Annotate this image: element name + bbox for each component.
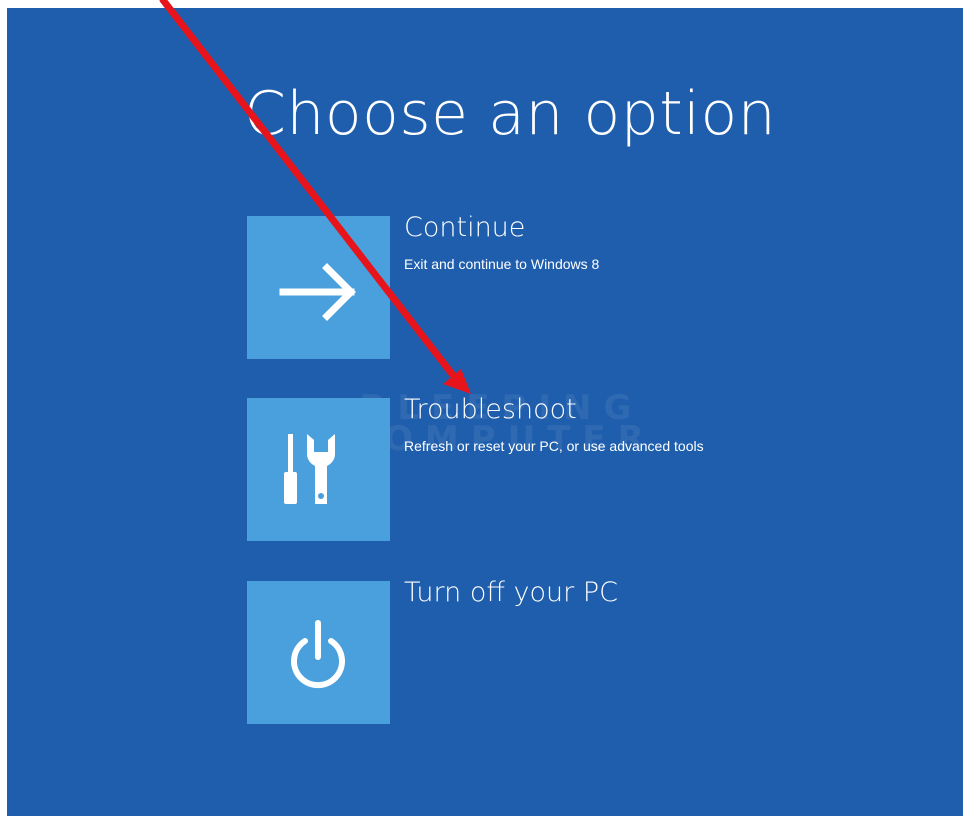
page-title: Choose an option [244, 79, 777, 149]
continue-tile[interactable] [247, 216, 390, 359]
troubleshoot-title: Troubleshoot [404, 394, 577, 425]
troubleshoot-description: Refresh or reset your PC, or use advance… [404, 438, 704, 454]
recovery-screen: Choose an option BLEEPING COMPUTER Conti… [7, 8, 963, 816]
turn-off-title: Turn off your PC [404, 577, 618, 608]
power-icon [291, 620, 345, 689]
arrow-right-icon [279, 263, 356, 321]
troubleshoot-tile[interactable] [247, 398, 390, 541]
continue-description: Exit and continue to Windows 8 [404, 256, 600, 272]
turn-off-option[interactable]: Turn off your PC [247, 577, 767, 724]
troubleshoot-option[interactable]: Troubleshoot Refresh or reset your PC, o… [247, 394, 767, 541]
turn-off-tile[interactable] [247, 581, 390, 724]
tools-icon [284, 434, 335, 504]
continue-title: Continue [404, 212, 526, 243]
continue-option[interactable]: Continue Exit and continue to Windows 8 [247, 212, 767, 359]
